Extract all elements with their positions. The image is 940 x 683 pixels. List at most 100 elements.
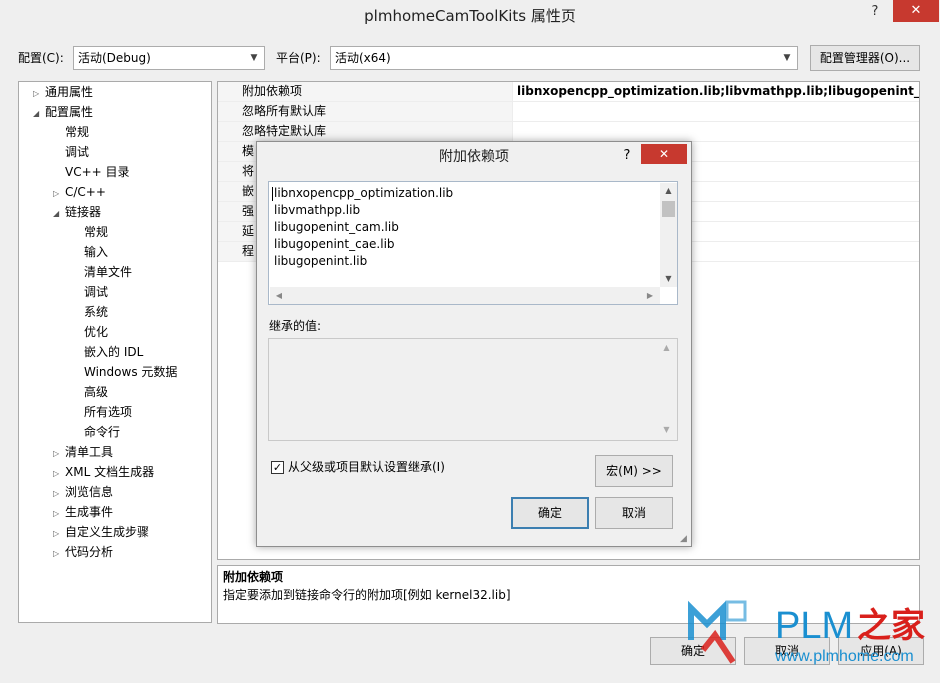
property-name: 忽略所有默认库 [218, 102, 513, 121]
description-title: 附加依赖项 [223, 570, 284, 584]
dialog-close-button[interactable]: ✕ [641, 144, 687, 164]
tree-item-label: 浏览信息 [65, 485, 114, 499]
description-text: 指定要添加到链接命令行的附加项[例如 kernel32.lib] [223, 588, 511, 602]
tree-item-label: 嵌入的 IDL [84, 345, 144, 359]
inherited-values-box: ▲ ▼ [268, 338, 678, 441]
tree-item[interactable]: ▷ 生成事件 [53, 502, 113, 522]
config-manager-button[interactable]: 配置管理器(O)... [810, 45, 920, 71]
dependency-line: libvmathpp.lib [274, 203, 361, 217]
config-select[interactable]: 活动(Debug) ▼ [73, 46, 265, 70]
tree-item-label: 链接器 [65, 205, 102, 219]
tree-item-label: 常规 [65, 125, 90, 139]
collapsed-arrow-icon[interactable]: ▷ [53, 184, 65, 204]
collapsed-arrow-icon[interactable]: ▷ [53, 444, 65, 464]
collapsed-arrow-icon[interactable]: ▷ [53, 504, 65, 524]
tree-item-label: XML 文档生成器 [65, 465, 155, 479]
tree-item[interactable]: ▷ C/C++ [53, 182, 106, 202]
platform-label: 平台(P): [276, 51, 321, 65]
tree-item[interactable]: ▷ 自定义生成步骤 [53, 522, 149, 542]
collapsed-arrow-icon[interactable]: ▷ [33, 84, 45, 104]
tree-item[interactable]: ▷ 浏览信息 [53, 482, 113, 502]
tree-item[interactable]: 清单文件 [72, 262, 132, 282]
tree-item[interactable]: ▷ XML 文档生成器 [53, 462, 154, 482]
collapsed-arrow-icon[interactable]: ▷ [53, 464, 65, 484]
scroll-down-icon[interactable]: ▼ [662, 273, 675, 285]
scroll-up-icon: ▲ [663, 343, 670, 352]
watermark-brand-cn: 之家 [857, 606, 925, 646]
property-row[interactable]: 附加依赖项 libnxopencpp_optimization.lib;libvm… [218, 82, 919, 102]
tree-item-label: 常规 [84, 225, 109, 239]
tree-item-label: 优化 [84, 325, 109, 339]
config-value: 活动(Debug) [78, 51, 151, 65]
macro-button[interactable]: 宏(M) >> [595, 455, 673, 487]
tree-item[interactable]: 系统 [72, 302, 108, 322]
property-value[interactable] [514, 102, 517, 121]
tree-item-label: 调试 [84, 285, 109, 299]
tree-item[interactable]: 常规 [72, 222, 108, 242]
tree-item-label: Windows 元数据 [84, 365, 178, 379]
collapsed-arrow-icon[interactable]: ▷ [53, 524, 65, 544]
watermark: PLM 之家 www.plmhome.com [683, 600, 940, 683]
resize-grip-icon[interactable]: ◢ [680, 534, 690, 544]
scroll-down-icon: ▼ [663, 425, 670, 434]
chevron-down-icon: ▼ [250, 53, 258, 63]
dependency-line: libugopenint.lib [274, 254, 368, 268]
text-cursor [272, 187, 273, 201]
dialog-cancel-button[interactable]: 取消 [595, 497, 673, 529]
tree-item-label: C/C++ [65, 185, 106, 199]
horizontal-scrollbar[interactable]: ◀ ▶ [270, 287, 660, 304]
window-title: plmhomeCamToolKits 属性页 [364, 7, 576, 25]
tree-item-label: 自定义生成步骤 [65, 525, 150, 539]
inherit-checkbox[interactable]: ✓ [271, 461, 284, 474]
tree-item[interactable]: 输入 [72, 242, 108, 262]
tree-item[interactable]: 调试 [72, 282, 108, 302]
tree-item-label: 生成事件 [65, 505, 114, 519]
scroll-up-icon[interactable]: ▲ [662, 185, 675, 197]
platform-select[interactable]: 活动(x64) ▼ [330, 46, 798, 70]
collapsed-arrow-icon[interactable]: ▷ [53, 544, 65, 564]
tree-item[interactable]: ◢ 配置属性 [33, 102, 93, 122]
expanded-arrow-icon[interactable]: ◢ [33, 104, 45, 124]
close-button[interactable]: ✕ [893, 0, 939, 22]
tree-item[interactable]: 优化 [72, 322, 108, 342]
dialog-ok-button[interactable]: 确定 [511, 497, 589, 529]
tree-item[interactable]: 高级 [72, 382, 108, 402]
tree-item[interactable]: ▷ 清单工具 [53, 442, 113, 462]
expanded-arrow-icon[interactable]: ◢ [53, 204, 65, 224]
tree-item[interactable]: ◢ 链接器 [53, 202, 101, 222]
tree-item-label: 通用属性 [45, 85, 94, 99]
property-row[interactable]: 忽略所有默认库 [218, 102, 919, 122]
tree-item-label: 配置属性 [45, 105, 94, 119]
tree-item[interactable]: 调试 [53, 142, 89, 162]
platform-value: 活动(x64) [335, 51, 391, 65]
tree-item[interactable]: VC++ 目录 [53, 162, 130, 182]
dependencies-textbox[interactable]: libnxopencpp_optimization.lib libvmathpp.… [268, 181, 678, 305]
tree-item-label: 调试 [65, 145, 90, 159]
tree-item[interactable]: Windows 元数据 [72, 362, 177, 382]
dependency-line: libugopenint_cae.lib [274, 237, 395, 251]
property-name: 附加依赖项 [218, 82, 513, 101]
help-button[interactable]: ? [860, 2, 890, 22]
property-name: 忽略特定默认库 [218, 122, 513, 141]
scrollbar-thumb[interactable] [662, 201, 675, 217]
tree-item-label: 所有选项 [84, 405, 133, 419]
scroll-right-icon[interactable]: ▶ [644, 289, 656, 302]
inherit-checkbox-label[interactable]: 从父级或项目默认设置继承(I) [288, 459, 445, 475]
tree-item[interactable]: ▷ 通用属性 [33, 82, 93, 102]
property-row[interactable]: 忽略特定默认库 [218, 122, 919, 142]
tree-item[interactable]: 嵌入的 IDL [72, 342, 143, 362]
tree-item-label: 清单工具 [65, 445, 114, 459]
scroll-left-icon[interactable]: ◀ [273, 289, 285, 302]
property-value[interactable]: libnxopencpp_optimization.lib;libvmathpp… [514, 82, 919, 101]
tree-item[interactable]: 所有选项 [72, 402, 132, 422]
config-label: 配置(C): [18, 51, 64, 65]
tree-item[interactable]: 常规 [53, 122, 89, 142]
property-value[interactable] [514, 122, 517, 141]
inherited-values-label: 继承的值: [269, 319, 322, 333]
dialog-help-button[interactable]: ? [617, 147, 637, 165]
dependency-line: libnxopencpp_optimization.lib [274, 186, 454, 200]
vertical-scrollbar[interactable]: ▲ ▼ [660, 183, 677, 287]
tree-item[interactable]: 命令行 [72, 422, 120, 442]
tree-item[interactable]: ▷ 代码分析 [53, 542, 113, 562]
collapsed-arrow-icon[interactable]: ▷ [53, 484, 65, 504]
